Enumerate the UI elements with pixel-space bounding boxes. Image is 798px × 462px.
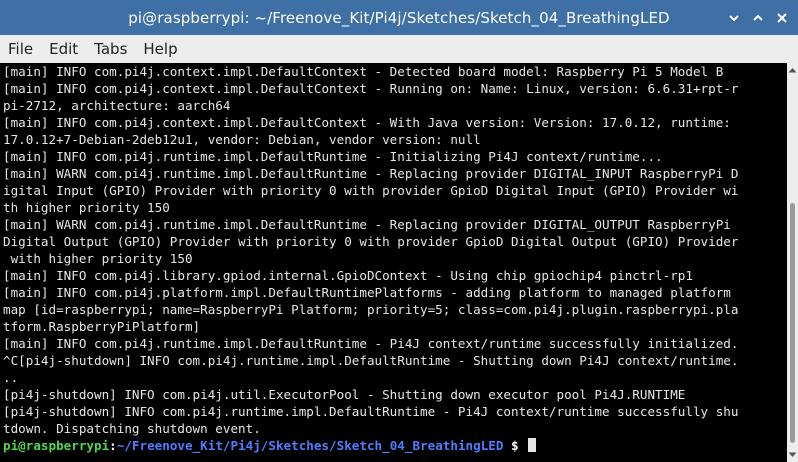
terminal-line: [main] INFO com.pi4j.library.gpiod.inter… xyxy=(3,268,693,283)
terminal-line: with higher priority 150 xyxy=(3,251,193,266)
menu-tabs[interactable]: Tabs xyxy=(86,40,135,58)
menu-help[interactable]: Help xyxy=(135,40,185,58)
terminal-line: [main] INFO com.pi4j.runtime.impl.Defaul… xyxy=(3,336,739,351)
terminal-line: 17.0.12+7-Debian-2deb12u1, vendor: Debia… xyxy=(3,132,481,147)
close-icon xyxy=(777,12,787,23)
terminal-line: tdown. Dispatching shutdown event. xyxy=(3,421,261,436)
menu-edit[interactable]: Edit xyxy=(41,40,86,58)
terminal-line: tform.RaspberryPiPlatform] xyxy=(3,319,201,334)
prompt-line[interactable]: pi@raspberrypi:~/Freenove_Kit/Pi4j/Sketc… xyxy=(0,437,787,454)
prompt-separator: : xyxy=(109,438,117,453)
terminal-line: [pi4j-shutdown] INFO com.pi4j.util.Execu… xyxy=(3,387,686,402)
terminal-line: [pi4j-shutdown] INFO com.pi4j.runtime.im… xyxy=(3,404,739,419)
prompt-user: pi@raspberrypi xyxy=(3,438,110,453)
close-button[interactable] xyxy=(772,8,792,28)
prompt-path: ~/Freenove_Kit/Pi4j/Sketches/Sketch_04_B… xyxy=(116,438,504,453)
terminal-line: pi-2712, architecture: aarch64 xyxy=(3,98,231,113)
menu-file[interactable]: File xyxy=(0,40,41,58)
terminal-line: [main] INFO com.pi4j.context.impl.Defaul… xyxy=(3,64,724,79)
terminal-line: [main] INFO com.pi4j.context.impl.Defaul… xyxy=(3,81,739,96)
text-cursor xyxy=(528,438,537,452)
terminal-output[interactable]: [main] INFO com.pi4j.context.impl.Defaul… xyxy=(0,63,787,462)
window-title: pi@raspberrypi: ~/Freenove_Kit/Pi4j/Sket… xyxy=(128,9,670,27)
maximize-button[interactable] xyxy=(748,8,768,28)
terminal-line: Digital Output (GPIO) Provider with prio… xyxy=(3,234,739,249)
terminal-line: [main] INFO com.pi4j.runtime.impl.Defaul… xyxy=(3,149,663,164)
scroll-up-arrow-icon[interactable] xyxy=(788,65,797,75)
window-controls xyxy=(724,0,792,35)
terminal-line: [main] WARN com.pi4j.runtime.impl.Defaul… xyxy=(3,217,731,232)
terminal-line: map [id=raspberrypi; name=RaspberryPi Pl… xyxy=(3,302,739,317)
title-bar[interactable]: pi@raspberrypi: ~/Freenove_Kit/Pi4j/Sket… xyxy=(0,0,798,35)
chevron-down-icon xyxy=(729,14,739,21)
terminal-line: [main] WARN com.pi4j.runtime.impl.Defaul… xyxy=(3,166,739,181)
menu-bar: File Edit Tabs Help xyxy=(0,35,798,63)
vertical-scrollbar[interactable] xyxy=(787,63,798,462)
scroll-down-arrow-icon[interactable] xyxy=(788,450,797,460)
chevron-up-icon xyxy=(753,14,763,21)
minimize-button[interactable] xyxy=(724,8,744,28)
terminal-line: th higher priority 150 xyxy=(3,200,170,215)
terminal-line: [main] INFO com.pi4j.platform.impl.Defau… xyxy=(3,285,731,300)
prompt-symbol: $ xyxy=(503,438,527,453)
terminal-line: [main] INFO com.pi4j.context.impl.Defaul… xyxy=(3,115,731,130)
terminal-line: ^C[pi4j-shutdown] INFO com.pi4j.runtime.… xyxy=(3,353,739,368)
terminal-line: igital Input (GPIO) Provider with priori… xyxy=(3,183,739,198)
scrollbar-thumb[interactable] xyxy=(790,203,795,443)
terminal-line: .. xyxy=(3,370,19,385)
